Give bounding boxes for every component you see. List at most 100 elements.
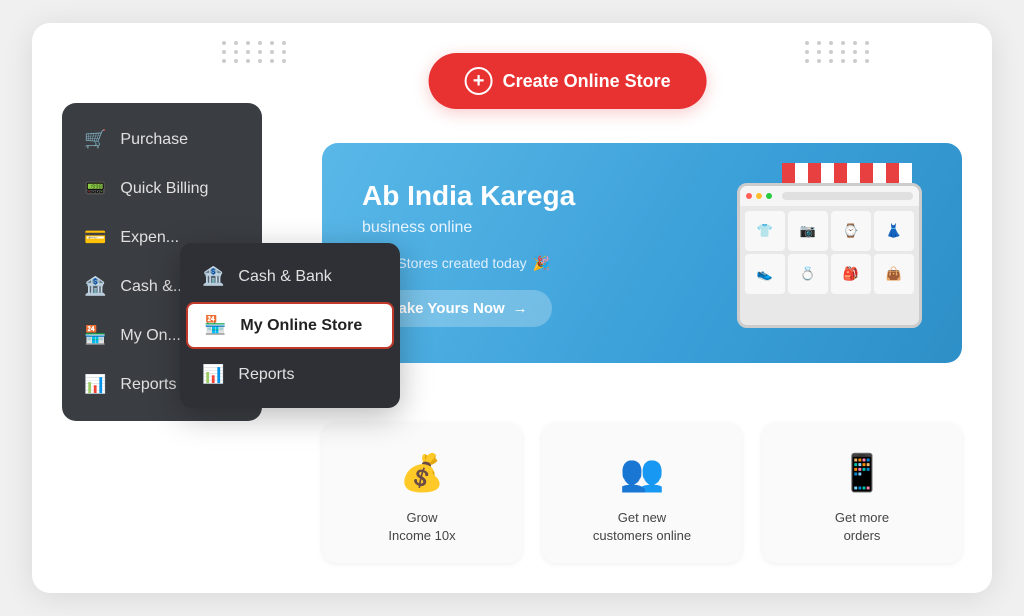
dot (829, 50, 833, 54)
url-bar (782, 192, 913, 200)
banner: Ab India Karega business online 994+ Sto… (322, 143, 962, 363)
main-card: + Create Online Store 🛒 Purchase 📟 Quick… (32, 23, 992, 593)
dot (270, 41, 274, 45)
cash-bank-icon: 🏦 (84, 276, 106, 297)
store-cell: 👗 (874, 211, 914, 251)
dot (853, 59, 857, 63)
store-cell: 👕 (745, 211, 785, 251)
dot (853, 41, 857, 45)
dot (817, 59, 821, 63)
dot (258, 41, 262, 45)
sidebar-label-reports: Reports (120, 376, 176, 394)
customers-icon: 👥 (614, 445, 670, 501)
store-cell: 📷 (788, 211, 828, 251)
dot (246, 41, 250, 45)
dot (258, 50, 262, 54)
expense-icon: 💳 (84, 227, 106, 248)
banner-text: Ab India Karega business online 994+ Sto… (362, 179, 722, 327)
dot-red (746, 193, 752, 199)
dots-decoration-right (805, 41, 872, 63)
dot (817, 41, 821, 45)
sidebar-label-my-online: My On... (120, 327, 180, 345)
dropdown-menu: 🏦 Cash & Bank 🏪 My Online Store 📊 Report… (180, 243, 400, 408)
dot (841, 50, 845, 54)
dot (270, 50, 274, 54)
dd-my-online-store-icon: 🏪 (204, 315, 226, 336)
dot (865, 41, 869, 45)
feature-cards: 💰 GrowIncome 10x 👥 Get newcustomers onli… (322, 423, 962, 563)
store-cell: 💍 (788, 254, 828, 294)
dd-label-reports: Reports (238, 366, 294, 384)
dot (817, 50, 821, 54)
dd-cash-bank-icon: 🏦 (202, 266, 224, 287)
feature-card-customers: 👥 Get newcustomers online (542, 423, 742, 563)
banner-arrow-icon: → (513, 300, 528, 317)
sidebar-item-purchase[interactable]: 🛒 Purchase (62, 115, 262, 164)
orders-label: Get moreorders (835, 509, 889, 545)
dropdown-item-cash-bank[interactable]: 🏦 Cash & Bank (180, 253, 400, 300)
dots-decoration-left (222, 41, 289, 63)
feature-card-grow: 💰 GrowIncome 10x (322, 423, 522, 563)
dot (270, 59, 274, 63)
dd-label-cash-bank: Cash & Bank (238, 268, 331, 286)
dot (829, 59, 833, 63)
dropdown-item-my-online-store[interactable]: 🏪 My Online Store (186, 302, 394, 349)
feature-card-orders: 📱 Get moreorders (762, 423, 962, 563)
grow-icon: 💰 (394, 445, 450, 501)
dot (282, 50, 286, 54)
store-cell: 👟 (745, 254, 785, 294)
dot (805, 59, 809, 63)
dd-reports-icon: 📊 (202, 364, 224, 385)
grow-label: GrowIncome 10x (388, 509, 455, 545)
dot (282, 41, 286, 45)
dot-yellow (756, 193, 762, 199)
create-online-store-button[interactable]: + Create Online Store (429, 53, 707, 109)
plus-icon: + (465, 67, 493, 95)
dot (258, 59, 262, 63)
dot (805, 50, 809, 54)
sidebar-label-cash-bank: Cash &... (120, 278, 186, 296)
store-cell: ⌚ (831, 211, 871, 251)
sidebar-label-expense: Expen... (120, 229, 179, 247)
dot (234, 50, 238, 54)
store-cell: 👜 (874, 254, 914, 294)
banner-cta-label: Make Yours Now (386, 300, 505, 317)
dot (829, 41, 833, 45)
dot (841, 41, 845, 45)
dot (246, 50, 250, 54)
dot (865, 59, 869, 63)
dot (222, 50, 226, 54)
dropdown-item-reports[interactable]: 📊 Reports (180, 351, 400, 398)
dot (841, 59, 845, 63)
dot (222, 59, 226, 63)
purchase-icon: 🛒 (84, 129, 106, 150)
store-device: 👕📷⌚👗 👟💍🎒👜 (737, 183, 922, 328)
customers-label: Get newcustomers online (593, 509, 691, 545)
device-top-bar (740, 186, 919, 206)
orders-icon: 📱 (834, 445, 890, 501)
banner-stores-count: 994+ Stores created today 🎉 (362, 255, 722, 272)
dd-label-my-online-store: My Online Store (240, 317, 362, 335)
dot (853, 50, 857, 54)
dot (222, 41, 226, 45)
dot (865, 50, 869, 54)
store-grid: 👕📷⌚👗 👟💍🎒👜 (740, 206, 919, 299)
banner-subtitle: business online (362, 219, 722, 237)
store-illustration: 👕📷⌚👗 👟💍🎒👜 (722, 168, 922, 338)
reports-icon: 📊 (84, 374, 106, 395)
sidebar-label-quick-billing: Quick Billing (120, 180, 208, 198)
dot (246, 59, 250, 63)
dot (234, 59, 238, 63)
dot (282, 59, 286, 63)
banner-title: Ab India Karega (362, 179, 722, 213)
quick-billing-icon: 📟 (84, 178, 106, 199)
my-online-icon: 🏪 (84, 325, 106, 346)
sidebar-label-purchase: Purchase (120, 131, 188, 149)
dot-green (766, 193, 772, 199)
dot (234, 41, 238, 45)
store-cell: 🎒 (831, 254, 871, 294)
sidebar-item-quick-billing[interactable]: 📟 Quick Billing (62, 164, 262, 213)
stores-emoji: 🎉 (533, 255, 550, 272)
create-btn-label: Create Online Store (503, 71, 671, 92)
dot (805, 41, 809, 45)
